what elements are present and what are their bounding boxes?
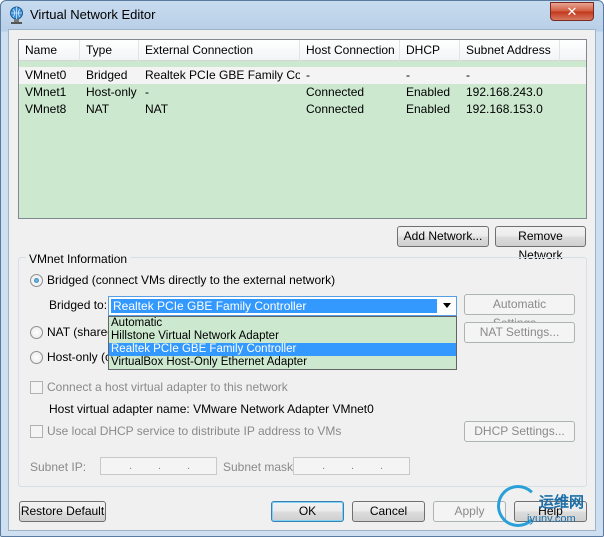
- cell-subnet-address: -: [466, 68, 470, 82]
- network-list-header: Name Type External Connection Host Conne…: [19, 40, 586, 61]
- virtual-network-editor-window: Virtual Network Editor ✕ Name Type Exter…: [0, 0, 604, 537]
- ok-button[interactable]: OK: [271, 501, 344, 522]
- cell-type: Bridged: [86, 68, 128, 82]
- ip-separator: .: [351, 460, 355, 472]
- cell-name: VMnet0: [25, 68, 67, 82]
- title-bar[interactable]: Virtual Network Editor ✕: [1, 1, 603, 29]
- nat-radio[interactable]: [30, 326, 43, 339]
- dropdown-option[interactable]: Automatic: [109, 317, 456, 330]
- host-adapter-name-label: Host virtual adapter name: VMware Networ…: [49, 402, 374, 416]
- table-row[interactable]: VMnet1 Host-only - Connected Enabled 192…: [19, 84, 586, 101]
- cell-subnet-address: 192.168.243.0: [466, 85, 543, 99]
- dropdown-option[interactable]: Hillstone Virtual Network Adapter: [109, 330, 456, 343]
- column-header-dhcp[interactable]: DHCP: [400, 40, 460, 61]
- bridged-to-label: Bridged to:: [49, 298, 108, 312]
- network-list[interactable]: Name Type External Connection Host Conne…: [18, 39, 587, 219]
- network-globe-icon: [10, 6, 23, 24]
- use-dhcp-checkbox[interactable]: [30, 425, 43, 438]
- connect-host-adapter-checkbox[interactable]: [30, 381, 43, 394]
- host-only-radio[interactable]: [30, 351, 43, 364]
- restore-default-button[interactable]: Restore Default: [19, 501, 106, 522]
- apply-button[interactable]: Apply: [433, 501, 506, 522]
- ip-separator: .: [129, 460, 133, 472]
- cancel-button[interactable]: Cancel: [352, 501, 425, 522]
- bridged-radio[interactable]: [30, 274, 43, 287]
- column-header-type[interactable]: Type: [80, 40, 139, 61]
- watermark-logo: 运维网 iyunv.com: [497, 483, 601, 533]
- connect-host-adapter-label[interactable]: Connect a host virtual adapter to this n…: [47, 380, 288, 394]
- cell-name: VMnet8: [25, 102, 67, 116]
- cell-type: NAT: [86, 102, 110, 116]
- subnet-mask-field[interactable]: . . .: [293, 457, 410, 475]
- cell-name: VMnet1: [25, 85, 67, 99]
- cell-dhcp: Enabled: [406, 85, 451, 99]
- ip-separator: .: [380, 460, 384, 472]
- cell-external-connection: NAT: [145, 102, 169, 116]
- chevron-down-icon[interactable]: [443, 303, 451, 308]
- cell-subnet-address: 192.168.153.0: [466, 102, 543, 116]
- ip-separator: .: [158, 460, 162, 472]
- cell-dhcp: -: [406, 68, 410, 82]
- column-header-external-connection[interactable]: External Connection: [139, 40, 300, 61]
- vmnet-information-group: [18, 257, 587, 487]
- cell-type: Host-only: [86, 85, 137, 99]
- column-header-name[interactable]: Name: [19, 40, 80, 61]
- watermark-text-en: iyunv.com: [527, 513, 576, 525]
- dropdown-option-selected[interactable]: Realtek PCIe GBE Family Controller: [109, 343, 456, 356]
- cell-host-connection: Connected: [306, 85, 365, 99]
- cell-host-connection: -: [306, 68, 310, 82]
- dropdown-option[interactable]: VirtualBox Host-Only Ethernet Adapter: [109, 356, 456, 369]
- automatic-settings-button[interactable]: Automatic Settings...: [464, 294, 575, 330]
- add-network-button[interactable]: Add Network...: [397, 226, 489, 247]
- dialog-client-area: Name Type External Connection Host Conne…: [8, 29, 596, 531]
- subnet-ip-field[interactable]: . . .: [100, 457, 217, 475]
- ip-separator: .: [322, 460, 326, 472]
- ip-separator: .: [187, 460, 191, 472]
- table-row[interactable]: VMnet8 NAT NAT Connected Enabled 192.168…: [19, 101, 586, 118]
- nat-settings-button[interactable]: NAT Settings...: [464, 322, 575, 343]
- close-button[interactable]: ✕: [550, 2, 594, 21]
- column-header-subnet-address[interactable]: Subnet Address: [460, 40, 560, 61]
- subnet-mask-label: Subnet mask:: [223, 460, 297, 474]
- cell-external-connection: -: [145, 85, 149, 99]
- bridged-radio-label[interactable]: Bridged (connect VMs directly to the ext…: [47, 273, 335, 287]
- cell-external-connection: Realtek PCIe GBE Family Co...: [145, 68, 300, 82]
- watermark-text-cn: 运维网: [539, 493, 585, 511]
- window-title: Virtual Network Editor: [30, 7, 156, 22]
- dhcp-settings-button[interactable]: DHCP Settings...: [464, 421, 575, 442]
- nat-radio-label[interactable]: NAT (shared: [47, 325, 114, 339]
- subnet-ip-label: Subnet IP:: [30, 460, 87, 474]
- column-header-host-connection[interactable]: Host Connection: [300, 40, 400, 61]
- close-icon: ✕: [566, 4, 578, 19]
- bridged-to-selected-value: Realtek PCIe GBE Family Controller: [111, 299, 437, 313]
- table-row[interactable]: VMnet0 Bridged Realtek PCIe GBE Family C…: [19, 67, 586, 84]
- vmnet-information-label: VMnet Information: [26, 252, 131, 266]
- bridged-to-combobox[interactable]: Realtek PCIe GBE Family Controller: [108, 296, 457, 316]
- cell-host-connection: Connected: [306, 102, 365, 116]
- cell-dhcp: Enabled: [406, 102, 451, 116]
- remove-network-button[interactable]: Remove Network: [495, 226, 586, 262]
- use-dhcp-label[interactable]: Use local DHCP service to distribute IP …: [47, 424, 341, 438]
- bridged-to-dropdown-list[interactable]: Automatic Hillstone Virtual Network Adap…: [108, 316, 457, 370]
